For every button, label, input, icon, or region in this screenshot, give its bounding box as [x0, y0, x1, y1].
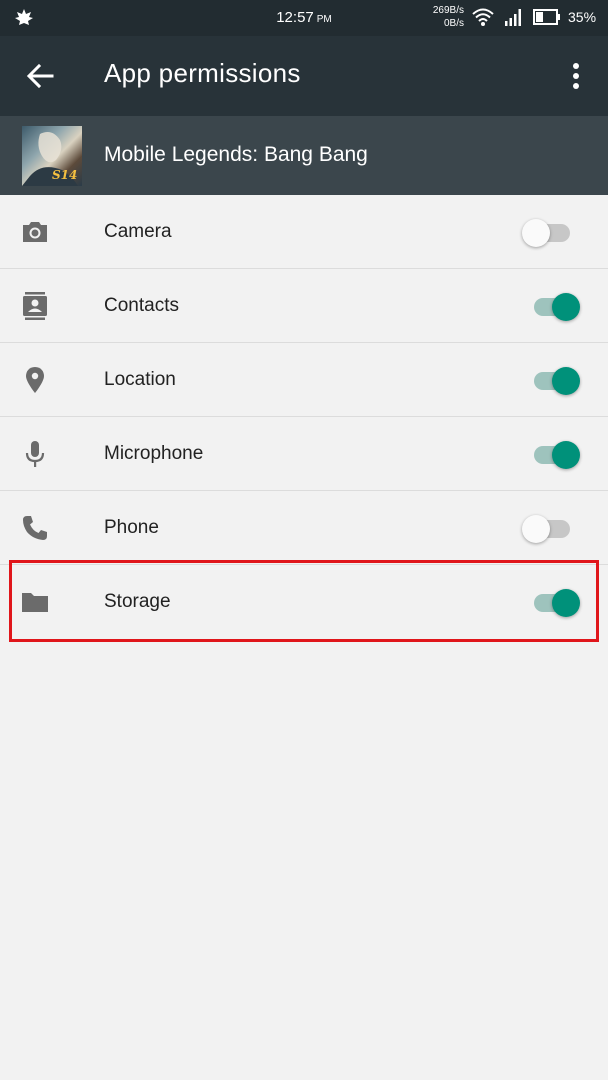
- status-bar: 12:57 PM 269B/s 0B/s 35%: [0, 0, 608, 36]
- page-title: App permissions: [104, 58, 301, 88]
- phone-icon: [23, 516, 47, 540]
- permission-row-phone[interactable]: Phone: [0, 491, 608, 565]
- location-pin-icon: [26, 367, 44, 393]
- contacts-icon: [23, 292, 47, 320]
- app-name: Mobile Legends: Bang Bang: [104, 143, 368, 166]
- battery-percent: 35%: [568, 9, 597, 25]
- contacts-toggle[interactable]: [522, 291, 582, 321]
- battery-icon: [533, 9, 560, 25]
- permission-label: Phone: [104, 517, 159, 538]
- app-icon: S14: [22, 126, 82, 186]
- signal-icon: [505, 9, 521, 26]
- permission-label: Camera: [104, 221, 172, 242]
- microphone-toggle[interactable]: [522, 439, 582, 469]
- permission-row-microphone[interactable]: Microphone: [0, 417, 608, 491]
- permission-row-contacts[interactable]: Contacts: [0, 269, 608, 343]
- camera-icon: [23, 222, 47, 242]
- phone-toggle[interactable]: [522, 513, 582, 543]
- permission-row-camera[interactable]: Camera: [0, 195, 608, 269]
- microphone-icon: [25, 441, 45, 467]
- network-speed: 269B/s 0B/s: [432, 5, 464, 29]
- app-header: S14 Mobile Legends: Bang Bang: [0, 116, 608, 195]
- app-bar: App permissions: [0, 36, 608, 116]
- wifi-icon: [472, 8, 494, 26]
- camera-toggle[interactable]: [522, 217, 582, 247]
- permission-label: Contacts: [104, 295, 179, 316]
- back-arrow-icon[interactable]: [26, 62, 54, 90]
- permission-label: Location: [104, 369, 176, 390]
- permission-label: Microphone: [104, 443, 204, 464]
- location-toggle[interactable]: [522, 365, 582, 395]
- highlight-box: [9, 560, 599, 642]
- permission-row-location[interactable]: Location: [0, 343, 608, 417]
- more-options-icon[interactable]: [566, 60, 586, 92]
